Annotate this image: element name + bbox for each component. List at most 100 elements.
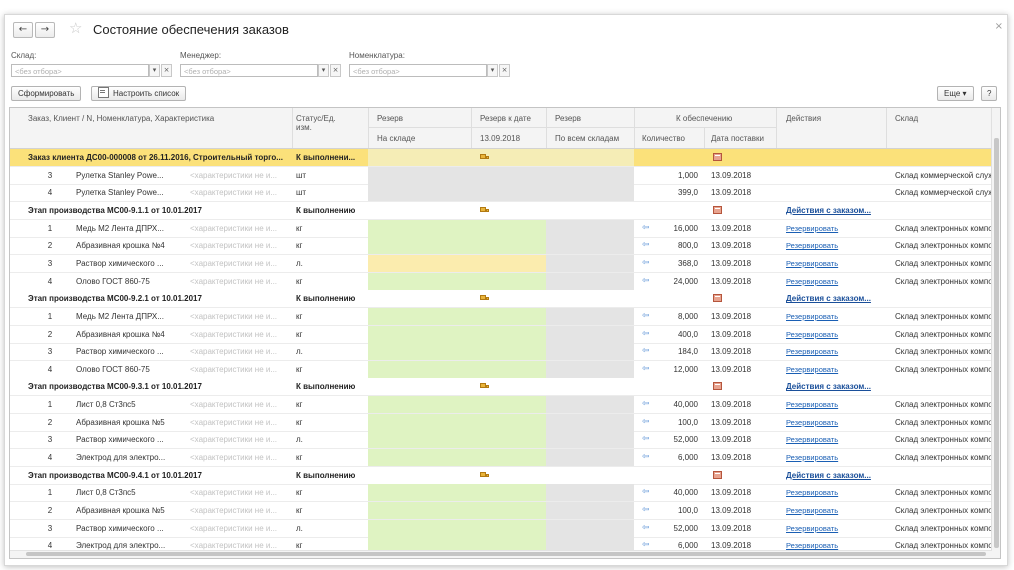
- reserve-link[interactable]: Резервировать: [786, 431, 882, 448]
- table-row[interactable]: 1 Лист 0,8 Ст3пс5 <характеристики не и... к…: [10, 484, 1000, 503]
- table-row[interactable]: 3 Раствор химического ... <характеристики …: [10, 343, 1000, 362]
- table-row[interactable]: 1 Медь М2 Лента ДПРХ... <характеристики не…: [10, 219, 1000, 238]
- truck-icon: [480, 295, 489, 302]
- stage-group-row[interactable]: Этап производства МС00-9.2.1 от 10.01.20…: [10, 290, 1000, 309]
- header-reserve[interactable]: Резерв: [377, 114, 403, 123]
- reserve-link[interactable]: Резервировать: [786, 326, 882, 343]
- table-row[interactable]: 2 Абразивная крошка №4 <характеристики не …: [10, 237, 1000, 256]
- arrow-left-icon[interactable]: ⇦: [642, 399, 650, 410]
- unit-value: кг: [296, 276, 303, 286]
- reserve-link[interactable]: Резервировать: [786, 414, 882, 431]
- table-row[interactable]: 4 Олово ГОСТ 860-75 <характеристики не и..…: [10, 360, 1000, 379]
- order-group-row[interactable]: Заказ клиента ДС00-000008 от 26.11.2016,…: [10, 149, 1000, 167]
- table-row[interactable]: 4 Электрод для электро... <характеристики …: [10, 449, 1000, 468]
- nomenclature-filter-input[interactable]: <без отбора>: [349, 64, 487, 77]
- table-row[interactable]: 2 Абразивная крошка №5 <характеристики не …: [10, 502, 1000, 520]
- reserve-link[interactable]: Резервировать: [786, 237, 882, 254]
- nomenclature-dropdown-button[interactable]: ▾: [487, 64, 498, 77]
- header-all-warehouses[interactable]: По всем складам: [555, 134, 619, 143]
- table-row[interactable]: 3 Раствор химического ... <характеристики …: [10, 254, 1000, 273]
- vertical-scroll-thumb[interactable]: [994, 138, 999, 548]
- warehouse-value: Склад электронных компо: [895, 453, 991, 463]
- arrow-left-icon[interactable]: ⇦: [642, 523, 650, 534]
- arrow-left-icon[interactable]: ⇦: [642, 276, 650, 287]
- table-row[interactable]: 3 Раствор химического ... <характеристики …: [10, 431, 1000, 450]
- close-icon[interactable]: ×: [995, 21, 1003, 32]
- arrow-left-icon[interactable]: ⇦: [642, 346, 650, 357]
- more-button[interactable]: Еще ▾: [937, 86, 974, 101]
- header-actions[interactable]: Действия: [786, 114, 821, 123]
- order-actions-link[interactable]: Действия с заказом...: [786, 378, 884, 395]
- reserve-link[interactable]: Резервировать: [786, 484, 882, 501]
- reserve-link[interactable]: Резервировать: [786, 308, 882, 325]
- header-warehouse[interactable]: Склад: [895, 114, 918, 123]
- arrow-left-icon[interactable]: ⇦: [642, 452, 650, 463]
- configure-list-button[interactable]: Настроить список: [91, 86, 187, 101]
- horizontal-scrollbar[interactable]: [10, 550, 992, 558]
- arrow-left-icon[interactable]: ⇦: [642, 505, 650, 516]
- reserve-link[interactable]: Резервировать: [786, 449, 882, 466]
- manager-dropdown-button[interactable]: ▾: [318, 64, 329, 77]
- header-status[interactable]: Статус/Ед.: [296, 114, 336, 123]
- header-reserve-date[interactable]: Резерв к дате: [480, 114, 531, 123]
- reserve-link[interactable]: Резервировать: [786, 255, 882, 272]
- reserve-all-cell: [546, 396, 634, 414]
- help-button[interactable]: ?: [981, 86, 998, 101]
- header-in-stock[interactable]: На складе: [377, 134, 415, 143]
- status-value: К выполнению: [296, 382, 356, 392]
- warehouse-clear-button[interactable]: ×: [161, 64, 172, 77]
- header-sub-date[interactable]: 13.09.2018: [480, 134, 520, 143]
- back-button[interactable]: ←: [13, 22, 33, 38]
- table-row[interactable]: 3 Раствор химического ... <характеристики …: [10, 519, 1000, 538]
- order-actions-link[interactable]: Действия с заказом...: [786, 290, 884, 307]
- arrow-left-icon[interactable]: ⇦: [642, 223, 650, 234]
- favorite-star-icon[interactable]: ☆: [69, 19, 82, 37]
- order-actions-link[interactable]: Действия с заказом...: [786, 202, 884, 219]
- table-row[interactable]: 2 Абразивная крошка №5 <характеристики не …: [10, 413, 1000, 432]
- header-to-supply[interactable]: К обеспечению: [676, 114, 732, 123]
- warehouse-filter-input[interactable]: <без отбора>: [11, 64, 149, 77]
- row-number: 4: [47, 276, 53, 286]
- arrow-left-icon[interactable]: ⇦: [642, 258, 650, 269]
- manager-clear-button[interactable]: ×: [330, 64, 341, 77]
- header-delivery-date[interactable]: Дата поставки: [711, 134, 764, 143]
- table-row[interactable]: 1 Медь М2 Лента ДПРХ... <характеристики не…: [10, 307, 1000, 326]
- warehouse-value: Склад коммерческой служ: [895, 188, 991, 198]
- header-order[interactable]: Заказ, Клиент / N, Номенклатура, Характе…: [28, 114, 214, 123]
- reserve-link[interactable]: Резервировать: [786, 273, 882, 290]
- generate-button[interactable]: Сформировать: [11, 86, 82, 101]
- arrow-left-icon[interactable]: ⇦: [642, 311, 650, 322]
- reserve-link[interactable]: Резервировать: [786, 502, 882, 519]
- table-row[interactable]: 4 Рулетка Stanley Powe... <характеристики …: [10, 184, 1000, 203]
- reserve-link[interactable]: Резервировать: [786, 220, 882, 237]
- vertical-scrollbar[interactable]: [991, 108, 1000, 558]
- order-actions-link[interactable]: Действия с заказом...: [786, 467, 884, 484]
- nomenclature-clear-button[interactable]: ×: [499, 64, 510, 77]
- header-reserve-all[interactable]: Резерв: [555, 114, 581, 123]
- reserve-all-cell: [546, 413, 634, 431]
- stage-group-row[interactable]: Этап производства МС00-9.4.1 от 10.01.20…: [10, 466, 1000, 485]
- arrow-left-icon[interactable]: ⇦: [642, 487, 650, 498]
- arrow-left-icon[interactable]: ⇦: [642, 329, 650, 340]
- reserve-link[interactable]: Резервировать: [786, 520, 882, 537]
- table-row[interactable]: 4 Олово ГОСТ 860-75 <характеристики не и..…: [10, 272, 1000, 291]
- stage-group-row[interactable]: Этап производства МС00-9.3.1 от 10.01.20…: [10, 378, 1000, 397]
- reserve-cell: [368, 325, 546, 343]
- arrow-left-icon[interactable]: ⇦: [642, 417, 650, 428]
- arrow-left-icon[interactable]: ⇦: [642, 240, 650, 251]
- table-row[interactable]: 2 Абразивная крошка №4 <характеристики не …: [10, 325, 1000, 344]
- warehouse-value: Склад электронных компо: [895, 223, 991, 233]
- table-row[interactable]: 1 Лист 0,8 Ст3пс5 <характеристики не и... к…: [10, 396, 1000, 415]
- horizontal-scroll-thumb[interactable]: [26, 552, 986, 556]
- manager-filter-input[interactable]: <без отбора>: [180, 64, 318, 77]
- reserve-link[interactable]: Резервировать: [786, 396, 882, 413]
- warehouse-dropdown-button[interactable]: ▾: [149, 64, 160, 77]
- reserve-link[interactable]: Резервировать: [786, 361, 882, 378]
- stage-group-row[interactable]: Этап производства МС00-9.1.1 от 10.01.20…: [10, 201, 1000, 220]
- reserve-link[interactable]: Резервировать: [786, 343, 882, 360]
- arrow-left-icon[interactable]: ⇦: [642, 364, 650, 375]
- forward-button[interactable]: →: [35, 22, 55, 38]
- arrow-left-icon[interactable]: ⇦: [642, 434, 650, 445]
- header-quantity[interactable]: Количество: [642, 134, 685, 143]
- table-row[interactable]: 3 Рулетка Stanley Powe... <характеристики …: [10, 166, 1000, 185]
